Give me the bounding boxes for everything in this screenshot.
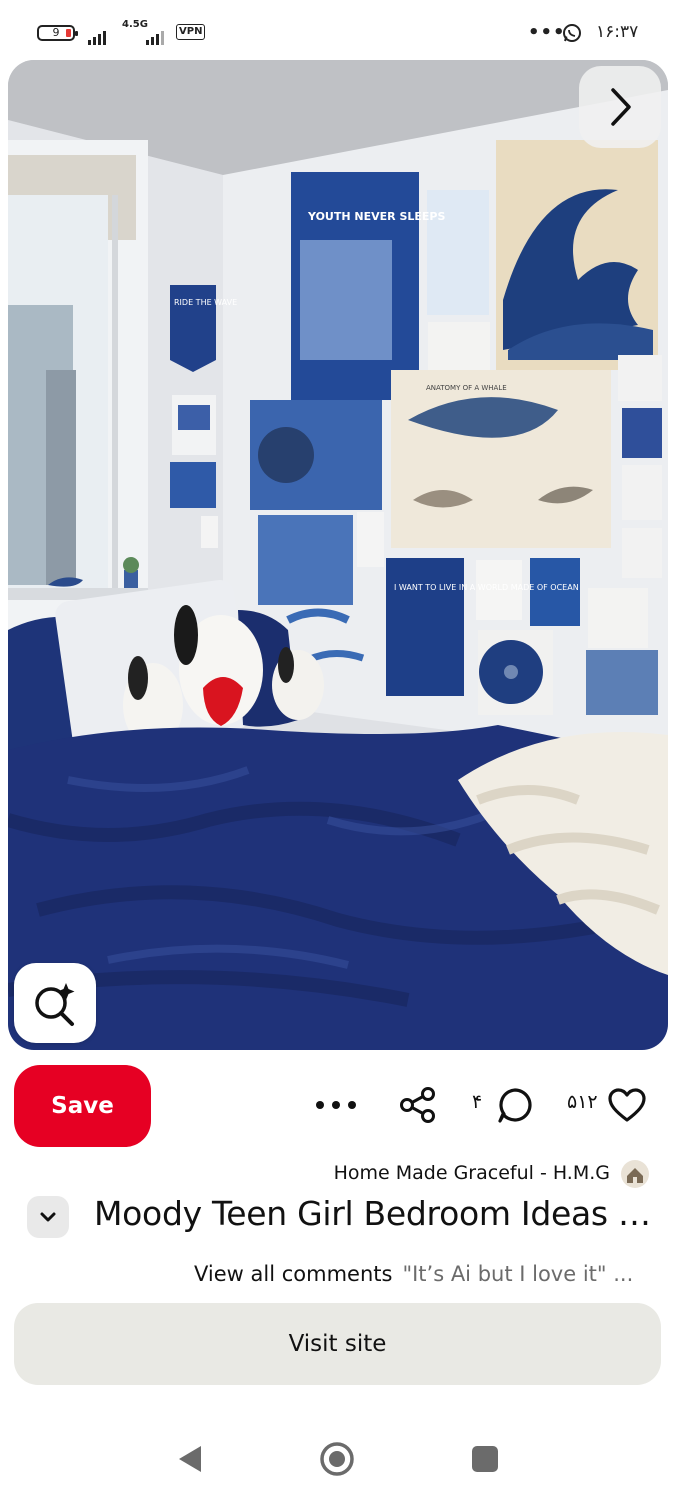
status-bar: 9 4.5G VPN ••• ۱۶:۳۷ [0, 0, 675, 62]
comments-row[interactable]: View all comments "It’s Ai but I love it"… [194, 1262, 654, 1286]
house-logo-icon [627, 1168, 643, 1183]
chevron-right-icon [611, 88, 631, 126]
collapse-details-button[interactable] [27, 1196, 69, 1238]
recents-nav-icon[interactable] [472, 1446, 498, 1472]
view-all-comments-link[interactable]: View all comments [194, 1262, 392, 1286]
home-nav-icon[interactable] [319, 1441, 355, 1477]
heart-icon[interactable] [607, 1087, 647, 1123]
signal-strength-icon [88, 26, 108, 45]
signal-strength-icon-2 [146, 26, 166, 45]
vpn-badge: VPN [176, 24, 206, 40]
share-icon[interactable] [398, 1087, 438, 1123]
save-button[interactable]: Save [14, 1065, 151, 1147]
visual-search-button[interactable] [14, 963, 96, 1043]
clock: ۱۶:۳۷ [596, 22, 639, 42]
chevron-down-icon [40, 1212, 56, 1222]
status-more-dots: ••• [528, 22, 566, 43]
more-dots-icon[interactable] [312, 1090, 360, 1120]
source-avatar[interactable] [621, 1160, 649, 1188]
next-pin-button[interactable] [579, 66, 661, 148]
sparkle-search-icon [35, 983, 75, 1026]
network-type: 4.5G [122, 19, 148, 30]
bedroom-photo: YOUTH NEVER SLEEPS RIDE THE WAVE I WANT … [8, 60, 668, 1050]
whatsapp-icon [563, 24, 581, 42]
battery-icon: 9 [37, 25, 78, 41]
source-name[interactable]: Home Made Graceful - H.M.G [334, 1162, 610, 1184]
poster-youth-text: YOUTH NEVER SLEEPS [307, 210, 445, 223]
pin-title: Moody Teen Girl Bedroom Ideas That Are [94, 1194, 654, 1233]
poster-whale-text: ANATOMY OF A WHALE [426, 384, 507, 392]
poster-ocean-text: I WANT TO LIVE IN A WORLD MADE OF OCEAN [394, 583, 579, 592]
battery-level: 9 [52, 26, 60, 39]
visit-site-button[interactable]: Visit site [14, 1303, 661, 1385]
comment-preview: "It’s Ai but I love it" ... [402, 1262, 634, 1286]
back-nav-icon[interactable] [175, 1443, 205, 1475]
comment-bubble-icon[interactable] [496, 1086, 534, 1124]
like-count: ۵۱۲ [567, 1091, 598, 1113]
comment-count: ۴ [472, 1091, 483, 1113]
pin-image[interactable]: YOUTH NEVER SLEEPS RIDE THE WAVE I WANT … [8, 60, 668, 1050]
banner-text: RIDE THE WAVE [174, 298, 237, 307]
